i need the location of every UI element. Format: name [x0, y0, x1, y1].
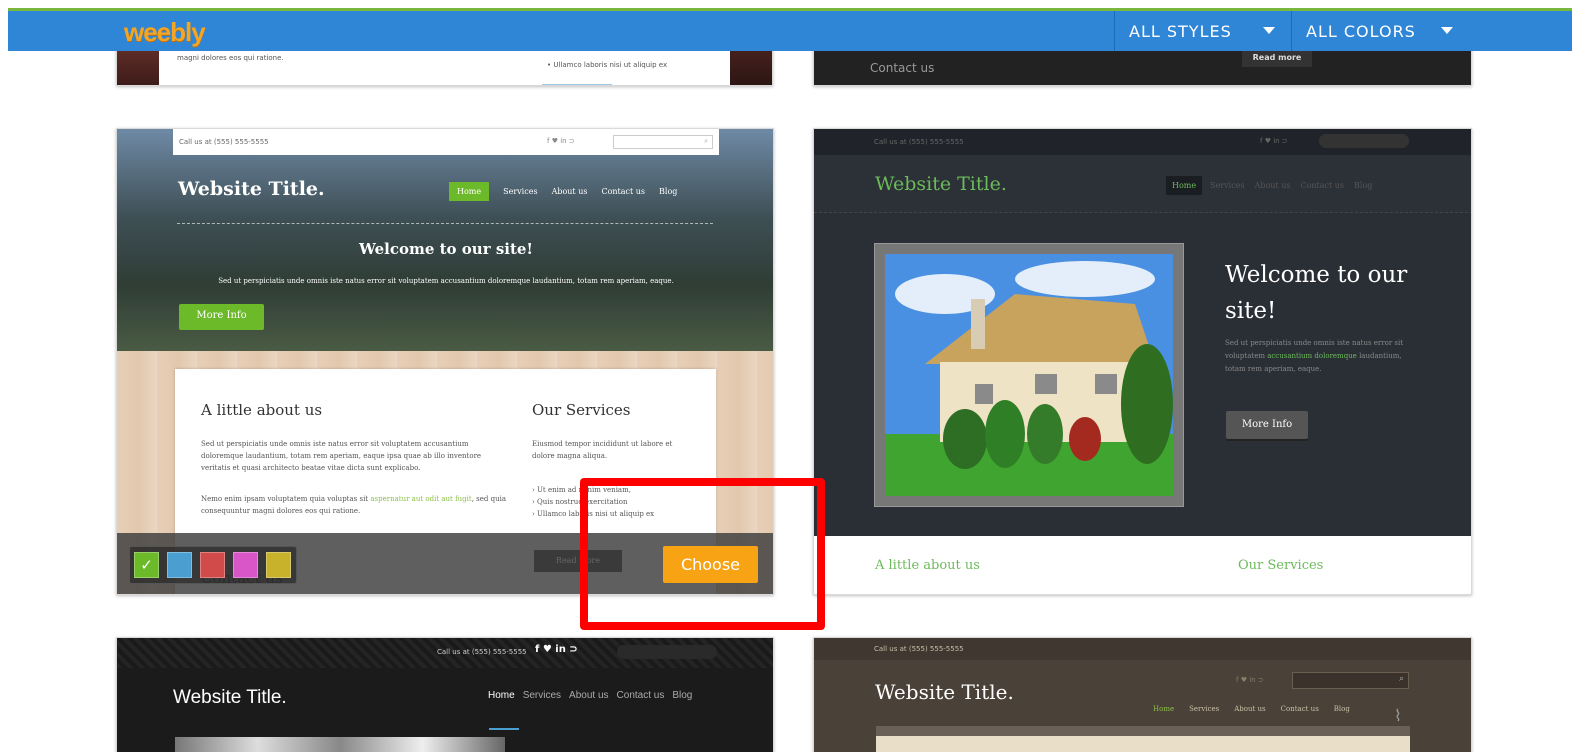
dropdown-label: ALL STYLES — [1129, 21, 1232, 41]
hero-image-frame — [874, 243, 1184, 507]
phone-text: Call us at (555) 555-5555 — [874, 645, 964, 653]
more-info-button: More Info — [179, 304, 264, 330]
service-list-item: • Ullamco laboris nisi ut aliquip ex — [547, 61, 668, 69]
nav-blog: Blog — [1354, 181, 1373, 190]
nav-about: About us — [569, 690, 609, 701]
nav-about: About us — [551, 187, 588, 196]
nav-blog: Blog — [672, 690, 693, 701]
social-icons: f ♥ in ⊃ — [1236, 676, 1264, 684]
nav-contact: Contact us — [601, 187, 646, 196]
theme-card-b[interactable]: Call us at (555) 555-5555 f ♥ in ⊃ Websi… — [813, 128, 1472, 595]
welcome-heading: Welcome to our site! — [358, 240, 534, 258]
paperclip-icon: ⌇ — [1394, 706, 1402, 725]
button-edge — [542, 84, 612, 85]
phone-text: Call us at (555) 555-5555 — [437, 648, 527, 656]
nav-contact: Contact us — [1300, 181, 1345, 190]
site-title: Website Title. — [178, 178, 325, 200]
house-photo — [885, 254, 1173, 496]
phone-text: Call us at (555) 555-5555 — [874, 138, 964, 146]
utility-strip: Call us at (555) 555-5555 — [814, 638, 1471, 660]
search-input — [617, 645, 717, 659]
site-nav: Home Services About us Contact us Blog — [449, 182, 677, 201]
chevron-down-icon — [1263, 27, 1275, 34]
nav-blog: Blog — [1333, 705, 1350, 713]
intro-text: Sed ut perspiciatis unde omnis iste natu… — [1225, 339, 1404, 373]
nav-about: About us — [1254, 181, 1291, 190]
services-text: Eiusmod tempor incididunt ut labore et d… — [532, 440, 673, 460]
search-input: ⌕ — [1292, 672, 1409, 689]
nav-contact: Contact us — [1280, 705, 1319, 713]
about-heading: A little about us — [201, 401, 323, 419]
nav-underline — [489, 728, 519, 730]
utility-strip: Call us at (555) 555-5555 f ♥ in ⊃ — [117, 638, 773, 668]
nav-home: Home — [449, 182, 490, 201]
color-swatch-red[interactable] — [200, 552, 225, 578]
more-info-button: More Info — [1226, 411, 1308, 439]
social-icons: f ♥ in ⊃ — [535, 644, 578, 655]
nav-home: Home — [488, 690, 515, 701]
services-heading: Our Services — [1238, 558, 1324, 573]
top-bar: weebly ALL STYLES ALL COLORS — [8, 8, 1572, 51]
utility-strip: Call us at (555) 555-5555 f ♥ in ⊃ ⌕ — [173, 129, 719, 155]
read-more-button: Read more — [1242, 49, 1312, 67]
dropdown-label: ALL COLORS — [1306, 21, 1416, 41]
content-panel: A little about us Our Services — [814, 536, 1471, 594]
color-swatch-pink[interactable] — [233, 552, 258, 578]
nav-about: About us — [1234, 705, 1266, 713]
hero-image — [175, 737, 505, 752]
phone-text: Call us at (555) 555-5555 — [179, 138, 269, 146]
site-nav: Home Services About us Contact us Blog — [1166, 176, 1372, 195]
theme-card-d[interactable]: Call us at (555) 555-5555 f ♥ in ⊃ ⌕ Web… — [813, 637, 1472, 752]
divider — [177, 223, 713, 224]
highlight-box — [580, 478, 825, 630]
paper-panel — [876, 736, 1410, 752]
theme-card-c[interactable]: Call us at (555) 555-5555 f ♥ in ⊃ Websi… — [116, 637, 774, 752]
checkmark-icon: ✓ — [140, 556, 153, 574]
search-input — [1319, 134, 1409, 148]
search-icon: ⌕ — [704, 137, 708, 145]
about-text: Sed ut perspiciatis unde omnis iste natu… — [201, 440, 482, 472]
chevron-down-icon — [1441, 27, 1453, 34]
color-swatch-green[interactable]: ✓ — [134, 552, 159, 578]
nav-blog: Blog — [659, 187, 678, 196]
nav-services: Services — [1210, 181, 1245, 190]
paragraph-text: magni dolores eos qui ratione. — [177, 54, 284, 62]
utility-strip: Call us at (555) 555-5555 f ♥ in ⊃ — [814, 129, 1471, 155]
welcome-heading: Welcome to our site! — [1225, 262, 1408, 324]
site-nav: Home Services About us Contact us Blog — [1153, 705, 1350, 713]
site-nav: Home Services About us Contact us Blog — [488, 690, 692, 701]
nav-services: Services — [503, 187, 538, 196]
social-icons: f ♥ in ⊃ — [1260, 137, 1288, 145]
nav-home: Home — [1166, 176, 1203, 195]
site-title: Website Title. — [173, 687, 287, 708]
contact-heading: Contact us — [870, 61, 935, 75]
nav-home: Home — [1153, 705, 1175, 713]
color-swatch-gold[interactable] — [266, 552, 291, 578]
intro-text: Sed ut perspiciatis unde omnis iste natu… — [218, 277, 674, 285]
services-heading: Our Services — [532, 401, 631, 419]
site-title: Website Title. — [875, 680, 1014, 704]
weebly-logo[interactable]: weebly — [124, 17, 206, 48]
about-heading: A little about us — [875, 558, 980, 573]
site-title: Website Title. — [875, 173, 1007, 195]
social-icons: f ♥ in ⊃ — [547, 137, 575, 145]
paper-edge — [876, 726, 1410, 736]
nav-contact: Contact us — [616, 690, 665, 701]
color-swatch-blue[interactable] — [167, 552, 192, 578]
about-text-2: Nemo enim ipsam voluptatem quia voluptas… — [201, 495, 506, 515]
all-styles-dropdown[interactable]: ALL STYLES — [1114, 11, 1291, 51]
nav-services: Services — [522, 690, 562, 701]
all-colors-dropdown[interactable]: ALL COLORS — [1291, 11, 1469, 51]
theme-gallery: magni dolores eos qui ratione. • Ullamco… — [0, 0, 1572, 752]
search-icon: ⌕ — [1398, 674, 1404, 684]
search-input: ⌕ — [613, 135, 713, 149]
nav-services: Services — [1189, 705, 1220, 713]
